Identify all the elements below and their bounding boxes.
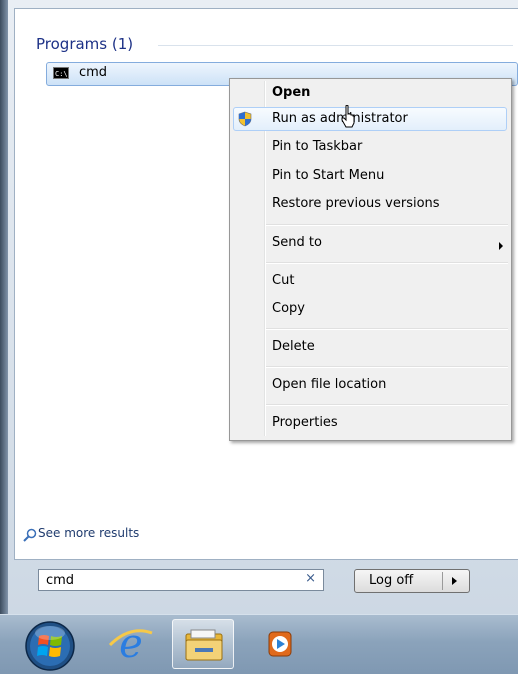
search-input[interactable]: cmd × xyxy=(38,569,324,591)
context-menu: Open Run as administrator Pin to Taskbar… xyxy=(229,78,512,441)
submenu-arrow-icon xyxy=(499,242,503,250)
windows-explorer-button[interactable] xyxy=(172,619,234,669)
menu-separator xyxy=(266,262,508,264)
internet-explorer-button[interactable]: e xyxy=(100,619,162,669)
menu-separator xyxy=(266,366,508,368)
menu-separator xyxy=(266,404,508,406)
menu-item-run-as-admin[interactable]: Run as administrator xyxy=(272,108,408,130)
search-input-value: cmd xyxy=(46,573,75,588)
menu-item-pin-taskbar[interactable]: Pin to Taskbar xyxy=(272,136,362,158)
magnifier-icon xyxy=(23,528,37,542)
clear-search-icon[interactable]: × xyxy=(305,571,316,586)
menu-separator xyxy=(266,224,508,226)
mouse-pointer-icon xyxy=(341,105,355,128)
svg-text:e: e xyxy=(119,621,143,667)
icon-gutter xyxy=(264,81,266,436)
start-orb[interactable] xyxy=(24,620,76,672)
menu-item-cut[interactable]: Cut xyxy=(272,270,294,292)
media-player-button[interactable] xyxy=(250,619,312,669)
menu-item-delete[interactable]: Delete xyxy=(272,336,315,358)
uac-shield-icon xyxy=(238,111,252,127)
shutdown-options-arrow-icon[interactable] xyxy=(452,577,457,585)
media-player-icon xyxy=(268,631,292,657)
logoff-button[interactable]: Log off xyxy=(354,569,470,593)
programs-header: Programs (1) xyxy=(36,35,134,53)
menu-item-open-file-location[interactable]: Open file location xyxy=(272,374,386,396)
logoff-label: Log off xyxy=(369,573,414,588)
header-divider xyxy=(158,45,513,46)
result-item-label: cmd xyxy=(79,65,108,80)
menu-item-properties[interactable]: Properties xyxy=(272,412,338,434)
see-more-results-link[interactable]: See more results xyxy=(38,526,139,540)
logoff-divider xyxy=(442,572,443,590)
command-prompt-icon: C:\ xyxy=(53,67,69,79)
menu-item-open[interactable]: Open xyxy=(272,82,310,104)
menu-item-pin-start[interactable]: Pin to Start Menu xyxy=(272,165,384,187)
menu-item-send-to[interactable]: Send to xyxy=(272,232,322,254)
menu-item-copy[interactable]: Copy xyxy=(272,298,305,320)
internet-explorer-icon: e xyxy=(108,621,153,667)
menu-item-restore-versions[interactable]: Restore previous versions xyxy=(272,193,440,215)
menu-separator xyxy=(266,328,508,330)
menu-left-edge xyxy=(0,0,8,614)
windows-explorer-icon xyxy=(185,629,223,661)
